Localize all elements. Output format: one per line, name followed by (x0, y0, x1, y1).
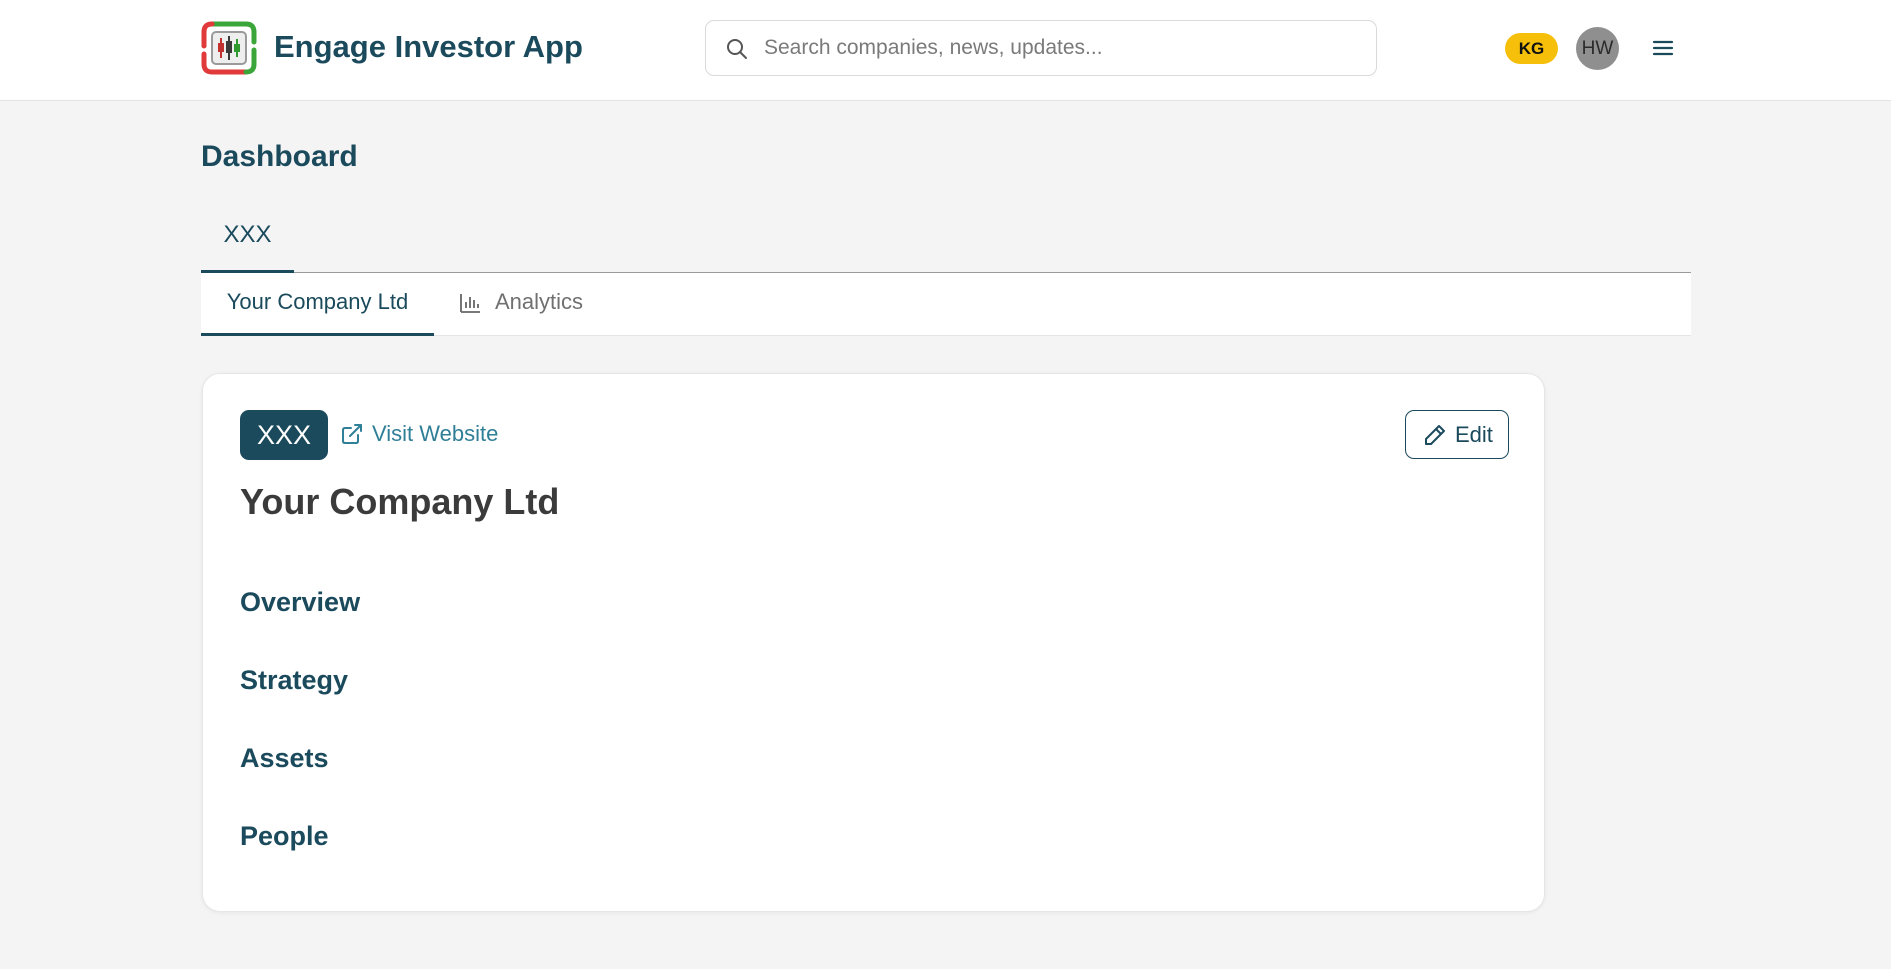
tab-your-company[interactable]: Your Company Ltd (201, 273, 434, 336)
search-input[interactable] (764, 21, 1364, 75)
avatar[interactable]: HW (1576, 27, 1619, 70)
company-sub-tabs: Your Company Ltd Analytics (201, 273, 1691, 336)
ticker-badge: XXX (240, 410, 328, 460)
app-logo-icon[interactable] (200, 20, 258, 76)
visit-website-label: Visit Website (372, 421, 499, 446)
tab-company-xxx[interactable]: XXX (201, 210, 294, 273)
company-name: Your Company Ltd (240, 481, 560, 522)
bar-chart-icon (460, 294, 480, 313)
search-icon (727, 39, 747, 59)
section-overview[interactable]: Overview (240, 587, 360, 618)
app-title[interactable]: Engage Investor App (274, 29, 583, 65)
tab-analytics-label: Analytics (495, 289, 584, 314)
edit-button[interactable]: Edit (1405, 410, 1509, 459)
page-title: Dashboard (201, 140, 358, 173)
section-assets[interactable]: Assets (240, 743, 329, 774)
section-people[interactable]: People (240, 821, 329, 852)
company-card: XXX Visit Website Edit Your Company Ltd … (202, 373, 1545, 912)
external-link-icon (342, 424, 362, 444)
company-tabs: XXX (201, 210, 1691, 273)
user-badge[interactable]: KG (1505, 33, 1558, 64)
pencil-icon (1425, 425, 1445, 445)
edit-button-label: Edit (1455, 422, 1493, 447)
search-box[interactable] (705, 20, 1377, 76)
top-header: Engage Investor App KG HW (0, 0, 1891, 101)
section-strategy[interactable]: Strategy (240, 665, 348, 696)
hamburger-menu-icon[interactable] (1652, 38, 1674, 58)
